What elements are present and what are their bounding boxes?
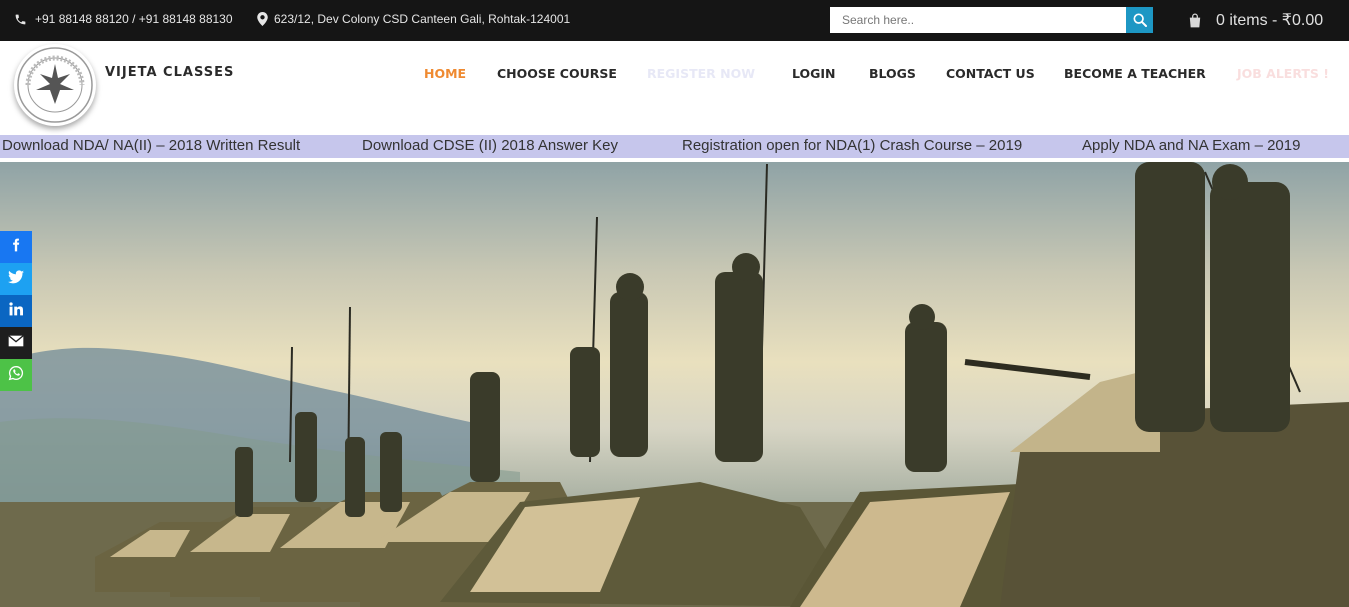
shopping-bag-icon [1188,13,1202,28]
nav-become-a-teacher[interactable]: BECOME A TEACHER [1064,66,1206,81]
nav-home[interactable]: HOME [424,66,466,81]
ticker-item[interactable]: Registration open for NDA(1) Crash Cours… [682,137,1022,154]
brand-name[interactable]: VIJETA CLASSES [105,65,234,80]
ticker-item[interactable]: Download NDA/ NA(II) – 2018 Written Resu… [2,137,300,154]
email-icon [8,334,24,352]
nav-contact-us[interactable]: CONTACT US [946,66,1035,81]
logo-emblem-icon [17,47,93,123]
address-text: 623/12, Dev Colony CSD Canteen Gali, Roh… [274,12,571,26]
search-icon [1132,12,1148,28]
twitter-icon [8,269,24,289]
address-info: 623/12, Dev Colony CSD Canteen Gali, Roh… [257,12,570,26]
nav-login[interactable]: LOGIN [792,66,836,81]
share-email-button[interactable] [0,327,32,359]
cart-link[interactable]: 0 items - ₹0.00 [1188,10,1323,30]
phone-numbers: +91 88148 88120 / +91 88148 88130 [35,12,233,26]
cart-summary: 0 items - ₹0.00 [1216,12,1324,29]
phone-info: +91 88148 88120 / +91 88148 88130 [14,12,233,26]
top-bar: +91 88148 88120 / +91 88148 88130 623/12… [0,0,1349,41]
news-ticker: Download NDA/ NA(II) – 2018 Written Resu… [0,135,1349,158]
share-facebook-button[interactable] [0,231,32,263]
map-marker-icon [257,12,268,26]
nav-job-alerts[interactable]: JOB ALERTS ! [1237,66,1329,81]
linkedin-icon [9,301,23,321]
share-whatsapp-button[interactable] [0,359,32,391]
share-twitter-button[interactable] [0,263,32,295]
search-input[interactable] [830,7,1126,33]
ticker-item[interactable]: Download CDSE (II) 2018 Answer Key [362,137,618,154]
nav-register-now[interactable]: REGISTER NOW [647,66,755,81]
share-linkedin-button[interactable] [0,295,32,327]
whatsapp-icon [8,365,24,386]
site-header: VIJETA CLASSES HOME CHOOSE COURSE REGIST… [0,41,1349,135]
nav-choose-course[interactable]: CHOOSE COURSE [497,66,617,81]
search-button[interactable] [1126,7,1153,33]
hero-banner-image [0,162,1349,607]
nav-blogs[interactable]: BLOGS [869,66,916,81]
phone-icon [14,13,27,26]
facebook-icon [9,237,23,258]
hero-scene [0,162,1349,607]
ticker-item[interactable]: Apply NDA and NA Exam – 2019 [1082,137,1300,154]
site-logo[interactable] [14,44,96,126]
